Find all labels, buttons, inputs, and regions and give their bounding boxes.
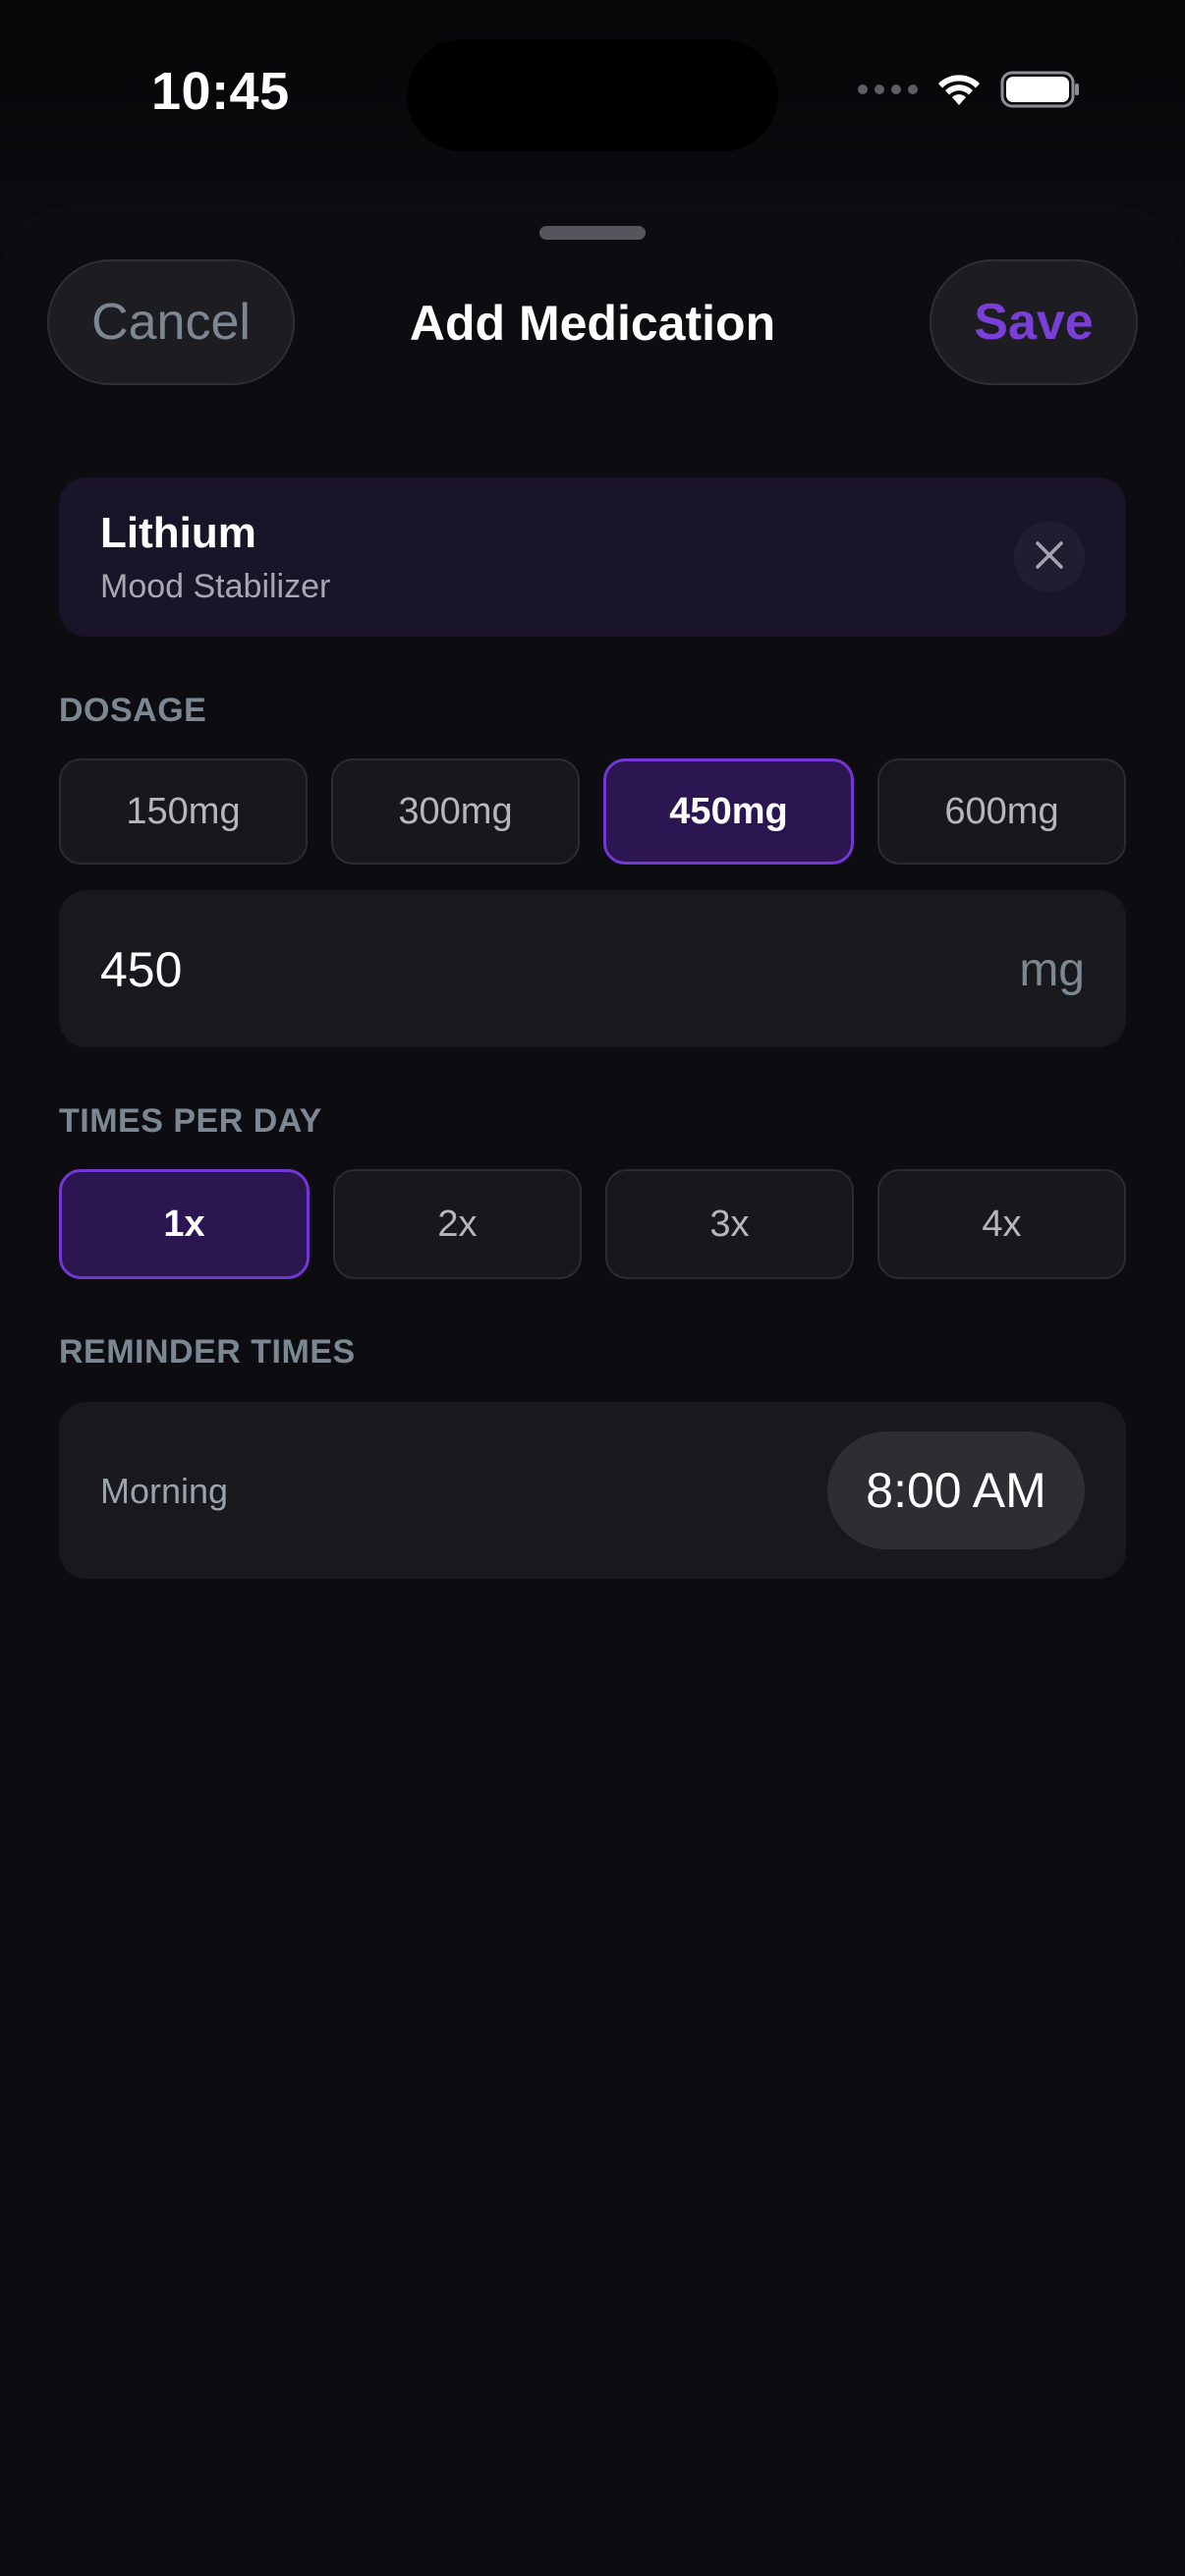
sheet-grabber[interactable]: [539, 226, 646, 240]
dynamic-island: [407, 39, 778, 151]
save-button[interactable]: Save: [930, 259, 1138, 385]
reminder-time-picker[interactable]: 8:00 AM: [827, 1431, 1085, 1549]
reminder-label: Morning: [100, 1471, 229, 1511]
frequency-option-2x[interactable]: 2x: [333, 1169, 582, 1279]
status-icons: [858, 71, 1081, 108]
frequency-options: 1x 2x 3x 4x: [59, 1169, 1126, 1279]
cellular-signal-icon: [858, 84, 918, 94]
dosage-option-300mg[interactable]: 300mg: [331, 758, 580, 865]
frequency-option-1x[interactable]: 1x: [59, 1169, 310, 1279]
dosage-options: 150mg 300mg 450mg 600mg: [59, 758, 1126, 865]
clear-medication-button[interactable]: [1014, 522, 1085, 592]
close-icon: [1035, 540, 1064, 575]
dosage-amount-value[interactable]: 450: [100, 941, 182, 998]
battery-icon: [1000, 71, 1081, 108]
medication-name: Lithium: [100, 509, 256, 557]
wifi-icon: [935, 72, 983, 107]
selected-medication-card: Lithium Mood Stabilizer: [59, 477, 1126, 637]
status-time: 10:45: [151, 62, 290, 121]
reminder-row: Morning 8:00 AM: [59, 1402, 1126, 1579]
frequency-option-3x[interactable]: 3x: [605, 1169, 854, 1279]
medication-class: Mood Stabilizer: [100, 568, 331, 605]
reminder-times-section-label: REMINDER TIMES: [59, 1333, 356, 1371]
screen: 10:45 Cancel Add Medication Save Lithium…: [0, 0, 1185, 2576]
dosage-option-600mg[interactable]: 600mg: [877, 758, 1126, 865]
add-medication-sheet: Cancel Add Medication Save Lithium Mood …: [0, 208, 1185, 2576]
dosage-amount-field[interactable]: 450 mg: [59, 890, 1126, 1047]
dosage-section-label: DOSAGE: [59, 692, 207, 729]
dosage-option-450mg[interactable]: 450mg: [603, 758, 854, 865]
dosage-unit-label: mg: [1019, 944, 1085, 996]
frequency-option-4x[interactable]: 4x: [877, 1169, 1126, 1279]
dosage-option-150mg[interactable]: 150mg: [59, 758, 308, 865]
times-per-day-section-label: TIMES PER DAY: [59, 1102, 322, 1140]
